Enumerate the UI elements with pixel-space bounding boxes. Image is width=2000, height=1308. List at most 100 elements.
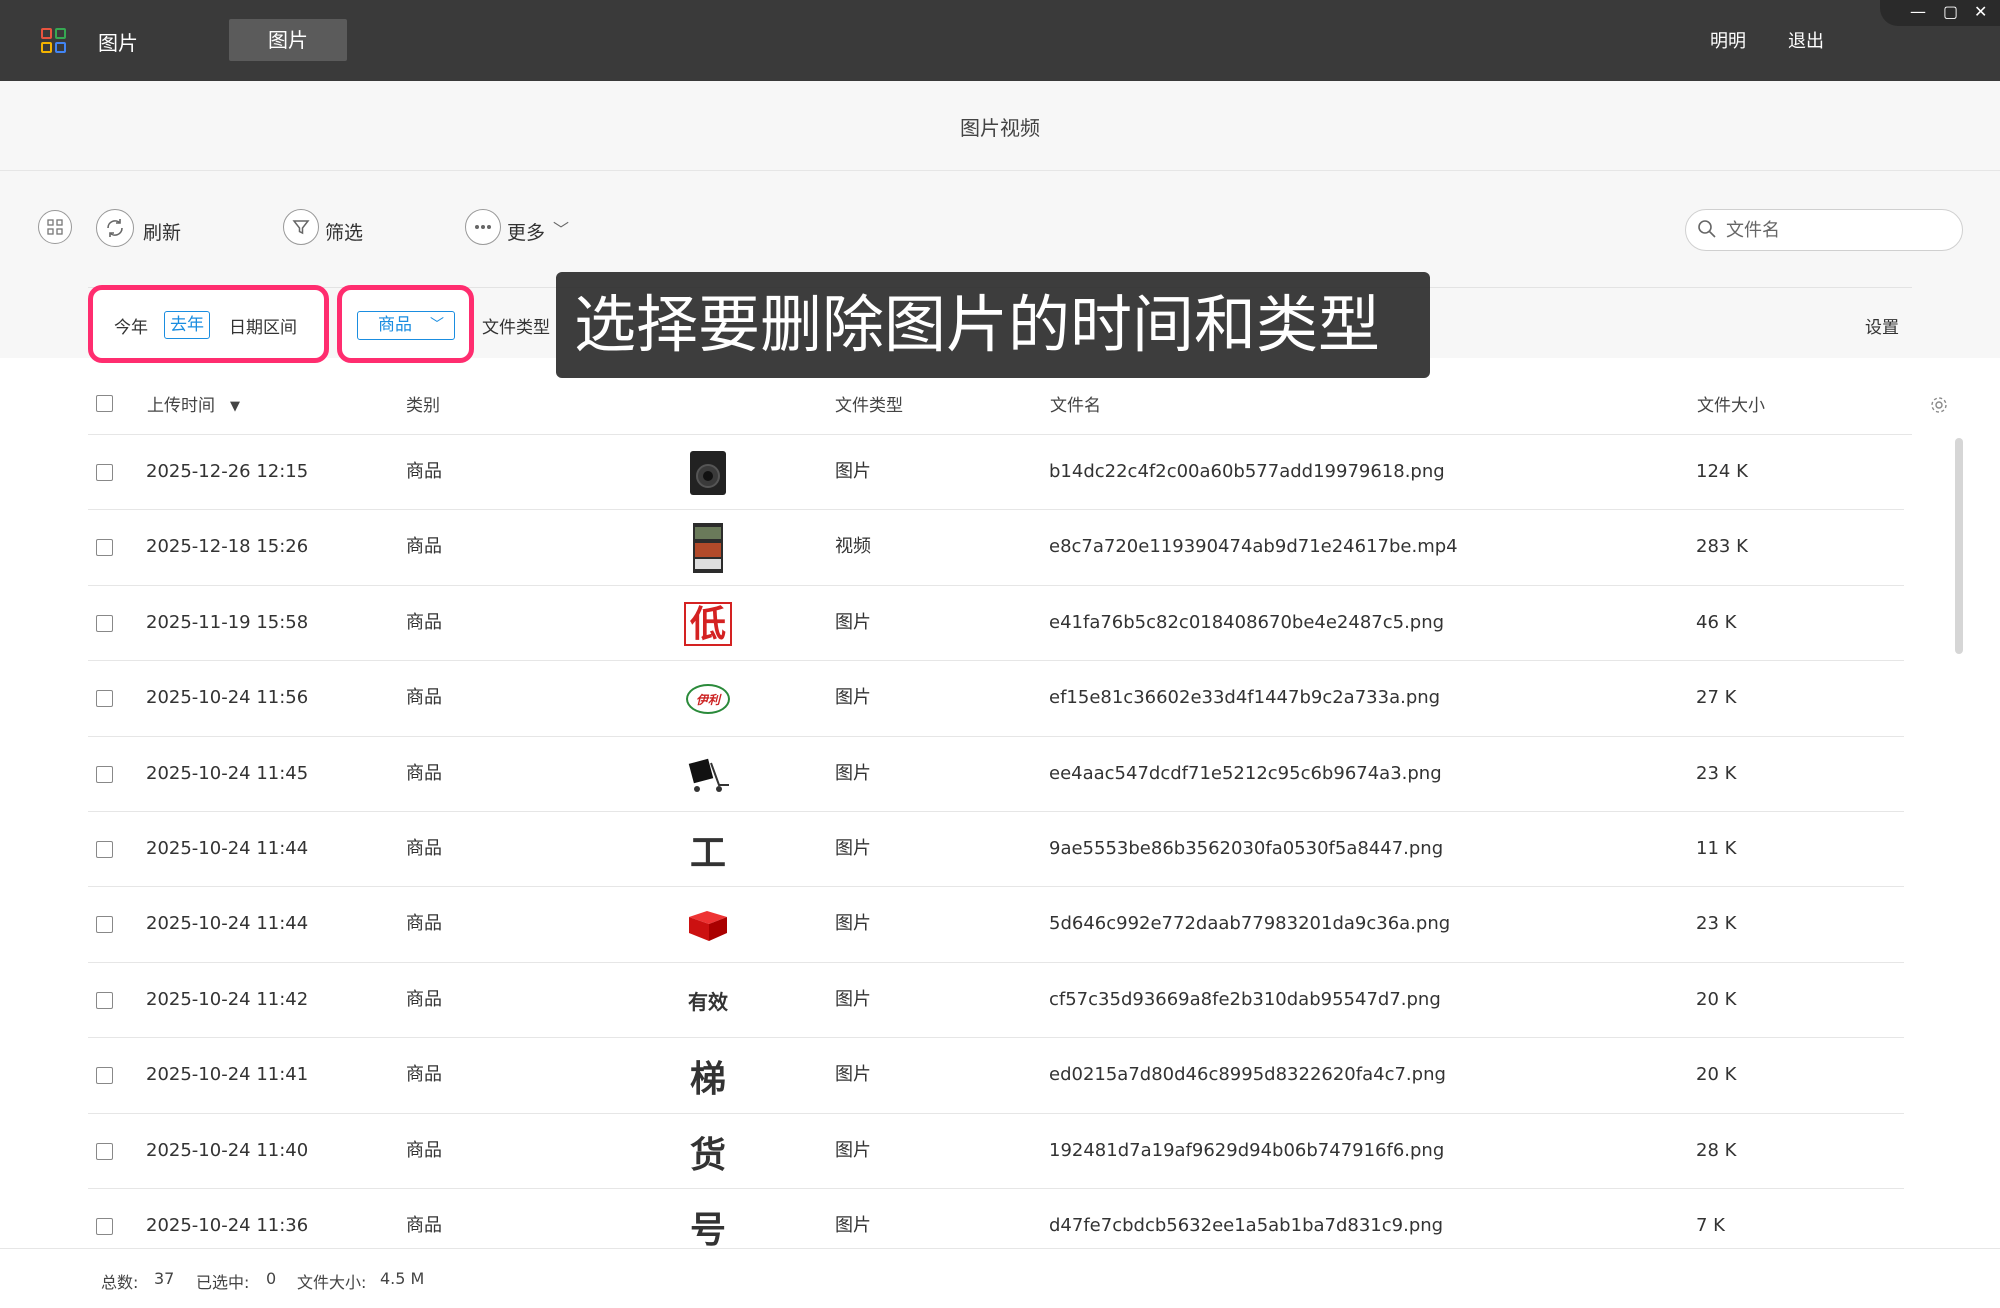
cell-file-type: 图片 bbox=[835, 988, 871, 1010]
cart-icon[interactable] bbox=[684, 751, 732, 799]
table-row[interactable]: 2025-10-24 11:45 商品 图片 ee4aac547dcdf71e5212… bbox=[88, 737, 1904, 812]
refresh-icon[interactable] bbox=[96, 209, 134, 247]
row-checkbox[interactable] bbox=[96, 1067, 113, 1085]
cell-file-type: 图片 bbox=[835, 837, 871, 859]
cell-upload-time: 2025-12-26 12:15 bbox=[146, 461, 309, 482]
row-checkbox[interactable] bbox=[96, 690, 113, 708]
char-hao-icon[interactable]: 号 bbox=[684, 1203, 732, 1251]
chevron-down-icon[interactable]: ﹀ bbox=[553, 216, 569, 240]
date-range[interactable]: 日期区间 bbox=[229, 313, 297, 338]
close-icon[interactable]: ✕ bbox=[1974, 2, 1987, 21]
cell-file-name[interactable]: ef15e81c36602e33d4f1447b9c2a733a.png bbox=[1049, 661, 1440, 735]
tab-images[interactable]: 图片 bbox=[229, 19, 347, 61]
minimize-icon[interactable]: — bbox=[1910, 2, 1926, 21]
column-upload-time[interactable]: 上传时间 bbox=[147, 378, 215, 435]
filter-icon[interactable] bbox=[283, 209, 319, 245]
char-youxiao-icon[interactable]: 有效 bbox=[684, 977, 732, 1025]
cell-file-name[interactable]: e8c7a720e119390474ab9d71e24617be.mp4 bbox=[1049, 510, 1458, 584]
search-box bbox=[1685, 209, 1963, 251]
search-input[interactable] bbox=[1726, 216, 1946, 244]
grid-view-icon[interactable] bbox=[38, 210, 72, 244]
table-row[interactable]: 2025-10-24 11:40 商品 货 图片 192481d7a19af9629d9… bbox=[88, 1114, 1904, 1189]
cell-file-size: 20 K bbox=[1696, 1064, 1737, 1086]
table-row[interactable]: 2025-10-24 11:56 商品 伊利 图片 ef15e81c36602e33d4… bbox=[88, 661, 1904, 737]
settings-link[interactable]: 设置 bbox=[1865, 313, 1899, 338]
cell-category: 商品 bbox=[406, 762, 442, 784]
cell-file-size: 23 K bbox=[1696, 762, 1737, 784]
cell-file-name[interactable]: 192481d7a19af9629d94b06b747916f6.png bbox=[1049, 1114, 1444, 1188]
row-checkbox[interactable] bbox=[96, 916, 113, 934]
cell-upload-time: 2025-10-24 11:42 bbox=[146, 988, 309, 1010]
char-di-icon[interactable]: 低 bbox=[684, 600, 733, 648]
brand-logo-icon[interactable]: 伊利 bbox=[684, 675, 732, 723]
cell-file-name[interactable]: e41fa76b5c82c018408670be4e2487c5.png bbox=[1049, 586, 1444, 660]
date-this-year[interactable]: 今年 bbox=[114, 313, 148, 338]
cell-file-name[interactable]: b14dc22c4f2c00a60b577add19979618.png bbox=[1049, 435, 1445, 509]
char-huo-icon[interactable]: 货 bbox=[684, 1128, 732, 1176]
window-controls: — ▢ ✕ bbox=[1880, 0, 2000, 26]
category-select[interactable]: 商品 ﹀ bbox=[357, 311, 455, 340]
column-file-type: 文件类型 bbox=[835, 396, 903, 416]
more-icon[interactable] bbox=[465, 209, 501, 245]
cell-file-name[interactable]: ee4aac547dcdf71e5212c95c6b9674a3.png bbox=[1049, 737, 1442, 811]
user-name[interactable]: 明明 bbox=[1710, 27, 1746, 53]
cell-file-type: 图片 bbox=[835, 913, 871, 935]
table-row[interactable]: 2025-12-18 15:26 商品 视频 e8c7a720e119390474ab… bbox=[88, 510, 1904, 586]
char-ti-icon[interactable]: 梯 bbox=[684, 1052, 732, 1100]
device-icon[interactable] bbox=[684, 449, 732, 497]
table-row[interactable]: 2025-12-26 12:15 商品 图片 b14dc22c4f2c00a60b57… bbox=[88, 435, 1904, 511]
cell-file-type: 图片 bbox=[835, 762, 871, 784]
table-row[interactable]: 2025-10-24 11:44 商品 图片 5d646c992e772daab779… bbox=[88, 887, 1904, 963]
char-gong-icon[interactable]: 工 bbox=[684, 826, 732, 874]
row-checkbox[interactable] bbox=[96, 539, 113, 557]
cell-upload-time: 2025-10-24 11:40 bbox=[146, 1139, 309, 1161]
column-category: 类别 bbox=[406, 396, 440, 416]
gear-icon[interactable] bbox=[1928, 394, 1950, 416]
table-row[interactable]: 2025-10-24 11:41 商品 梯 图片 ed0215a7d80d46c8995… bbox=[88, 1038, 1904, 1114]
cell-file-name[interactable]: cf57c35d93669a8fe2b310dab95547d7.png bbox=[1049, 963, 1441, 1037]
category-select-value: 商品 bbox=[378, 315, 412, 335]
filter-button[interactable]: 筛选 bbox=[325, 218, 363, 245]
file-type-filter[interactable]: 文件类型 bbox=[482, 313, 550, 338]
cell-file-name[interactable]: 9ae5553be86b3562030fa0530f5a8447.png bbox=[1049, 812, 1443, 886]
row-checkbox[interactable] bbox=[96, 464, 113, 481]
table-row[interactable]: 2025-11-19 15:58 商品 低 图片 e41fa76b5c82c018408… bbox=[88, 586, 1904, 662]
sort-down-icon[interactable]: ▼ bbox=[230, 378, 240, 435]
maximize-icon[interactable]: ▢ bbox=[1943, 2, 1958, 21]
page-header: 图片视频 bbox=[0, 81, 2000, 171]
row-checkbox[interactable] bbox=[96, 1217, 113, 1235]
app-grid-icon bbox=[41, 28, 67, 54]
row-checkbox[interactable] bbox=[96, 1142, 113, 1160]
cell-file-size: 27 K bbox=[1696, 687, 1737, 709]
row-checkbox[interactable] bbox=[96, 840, 113, 858]
cell-file-size: 23 K bbox=[1696, 913, 1737, 935]
refresh-button[interactable]: 刷新 bbox=[143, 218, 181, 245]
size-label: 文件大小: bbox=[297, 1273, 367, 1292]
cell-file-type: 视频 bbox=[835, 536, 871, 558]
table-row[interactable]: 2025-10-24 11:44 商品 工 图片 9ae5553be86b3562030… bbox=[88, 812, 1904, 888]
video-icon[interactable] bbox=[684, 523, 732, 574]
cell-file-name[interactable]: ed0215a7d80d46c8995d8322620fa4c7.png bbox=[1049, 1038, 1446, 1112]
cell-file-size: 283 K bbox=[1696, 536, 1748, 558]
row-checkbox[interactable] bbox=[96, 991, 113, 1009]
select-all-checkbox[interactable] bbox=[96, 395, 113, 412]
cell-file-type: 图片 bbox=[835, 611, 871, 633]
cell-upload-time: 2025-10-24 11:41 bbox=[146, 1064, 309, 1086]
chevron-down-icon: ﹀ bbox=[430, 317, 444, 333]
cell-upload-time: 2025-10-24 11:45 bbox=[146, 762, 309, 784]
table-row[interactable]: 2025-10-24 11:42 商品 有效 图片 cf57c35d93669a8fe2… bbox=[88, 963, 1904, 1039]
column-file-size: 文件大小 bbox=[1697, 396, 1765, 416]
cell-file-name[interactable]: 5d646c992e772daab77983201da9c36a.png bbox=[1049, 887, 1450, 961]
more-button[interactable]: 更多 bbox=[507, 218, 545, 245]
total-label: 总数: bbox=[101, 1273, 139, 1292]
row-checkbox[interactable] bbox=[96, 765, 113, 783]
total-count: 37 bbox=[154, 1269, 175, 1288]
cell-file-type: 图片 bbox=[835, 1064, 871, 1086]
red-box-icon[interactable] bbox=[684, 901, 732, 949]
selected-count: 0 bbox=[266, 1269, 277, 1288]
row-checkbox[interactable] bbox=[96, 614, 113, 632]
table-header: 上传时间 ▼ 类别 文件类型 文件名 文件大小 bbox=[88, 378, 1912, 435]
vertical-scrollbar[interactable] bbox=[1955, 438, 1963, 654]
date-last-year[interactable]: 去年 bbox=[164, 311, 210, 339]
logout-link[interactable]: 退出 bbox=[1788, 27, 1824, 53]
